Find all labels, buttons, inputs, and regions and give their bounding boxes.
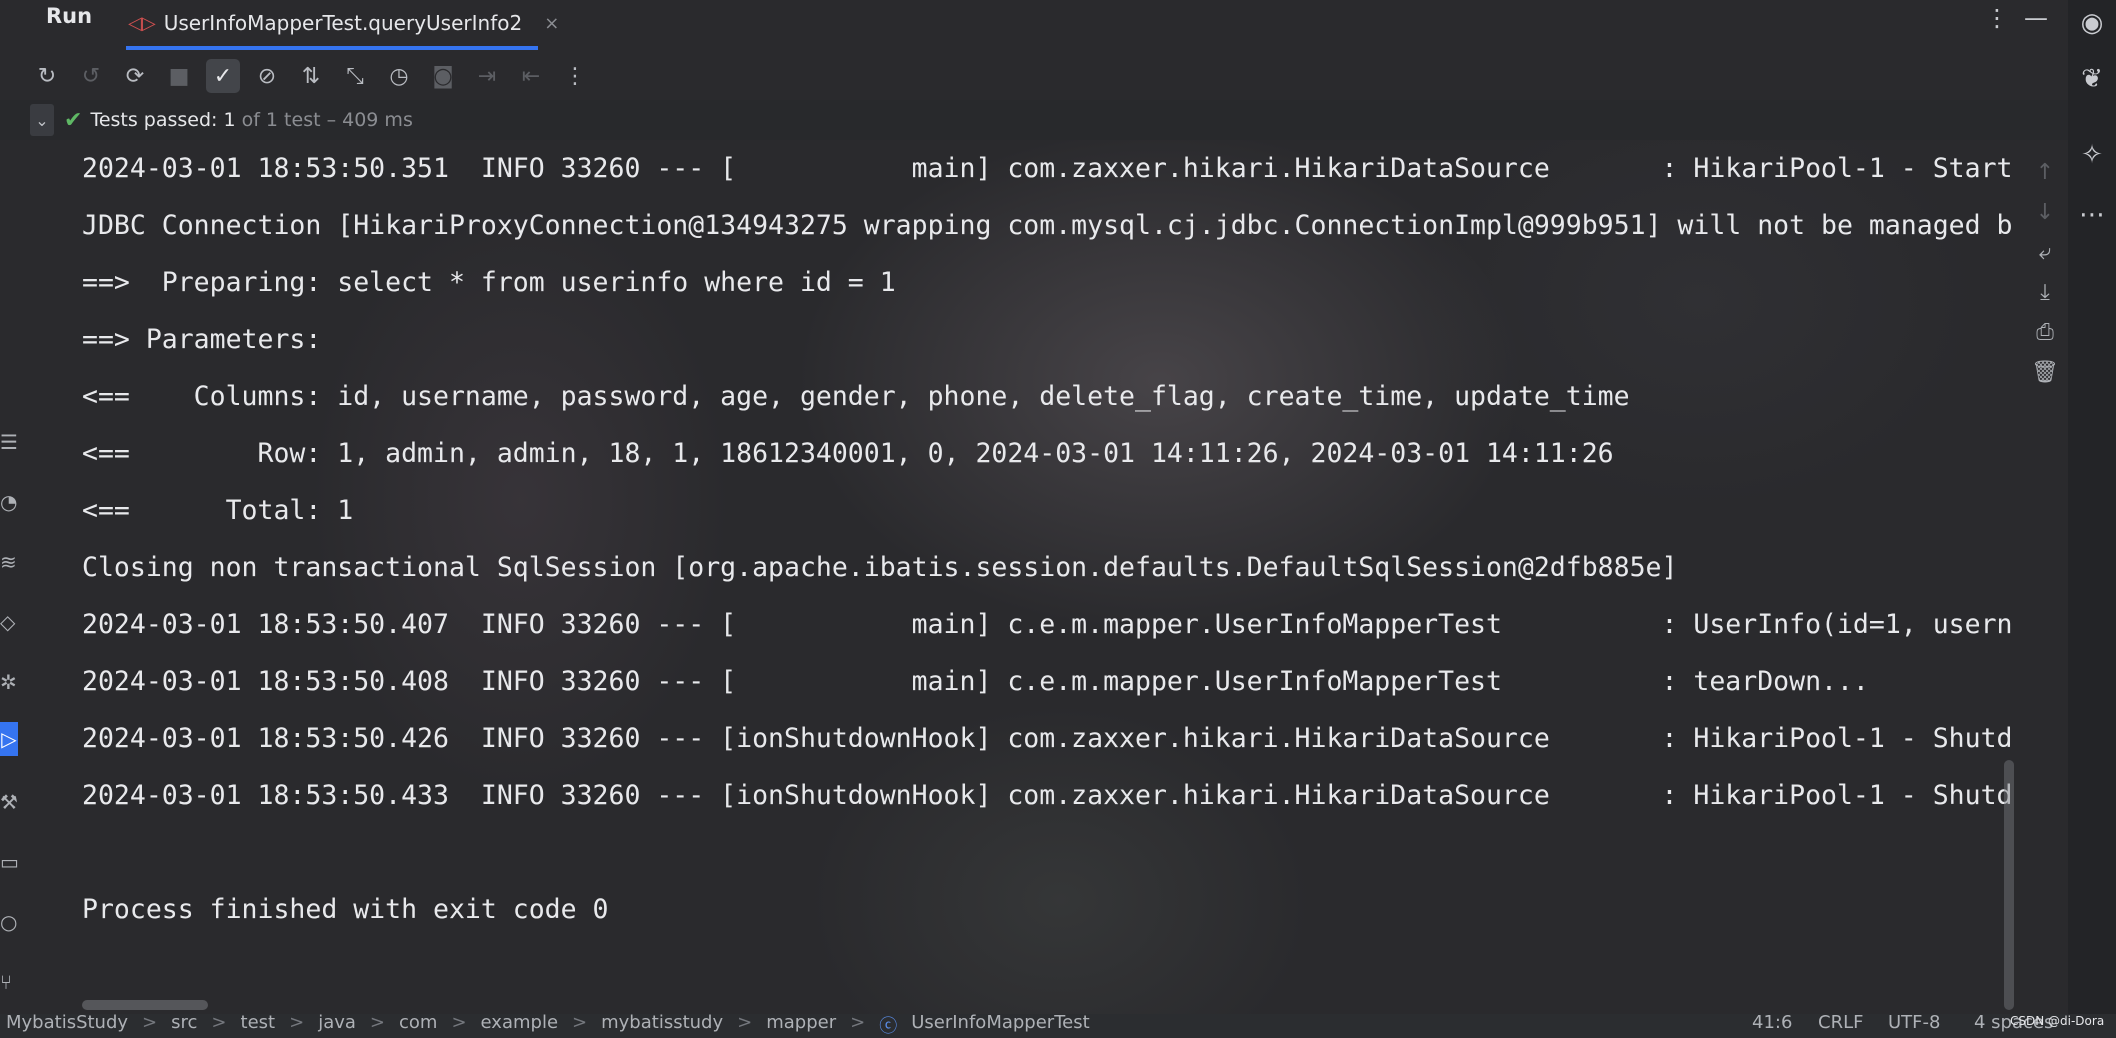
console-line: 2024-03-01 18:53:50.407 INFO 33260 --- [… (82, 609, 2013, 640)
breadcrumb-separator: > (850, 1014, 866, 1033)
toggle-auto-test-icon[interactable]: ⟳ (118, 59, 152, 93)
ai-assistant-icon[interactable]: ✧ (2074, 140, 2110, 170)
more-icon[interactable]: ⋯ (2074, 200, 2110, 230)
git-icon[interactable]: ⑂ (0, 970, 12, 994)
console-line: 2024-03-01 18:53:50.351 INFO 33260 --- [… (82, 153, 2013, 184)
breadcrumb-item[interactable]: com (399, 1014, 437, 1038)
debug-icon[interactable]: ✲ (0, 670, 17, 694)
export-icon[interactable]: ⇥ (470, 59, 504, 93)
vertical-scrollbar[interactable] (2004, 760, 2014, 1010)
console-line: Closing non transactional SqlSession [or… (82, 552, 1678, 583)
console-line: 2024-03-01 18:53:50.426 INFO 33260 --- [… (82, 723, 2013, 754)
tests-passed-label: Tests passed: 1 (90, 109, 236, 131)
soft-wrap-icon[interactable]: ⤶ (2028, 240, 2062, 265)
chevron-down-icon[interactable]: ⌄ (30, 104, 54, 136)
more-options-icon[interactable]: ⋮ (1985, 4, 2009, 32)
console-line: ==> Preparing: select * from userinfo wh… (82, 267, 896, 298)
database-icon[interactable]: ≋ (0, 550, 17, 574)
build-icon[interactable]: ⚒ (0, 790, 18, 814)
breadcrumb-item[interactable]: example (481, 1014, 558, 1038)
services-icon[interactable]: ◇ (0, 610, 15, 634)
tests-passed-detail: of 1 test – 409 ms (241, 109, 413, 131)
more-icon[interactable]: ⋮ (558, 59, 592, 93)
file-encoding[interactable]: UTF-8 (1888, 1014, 1940, 1033)
sort-by-duration-icon[interactable]: ⤡ (338, 59, 372, 93)
tab-run-configuration[interactable]: ◁▷ UserInfoMapperTest.queryUserInfo2 × (126, 0, 559, 50)
console-line: ==> Parameters: (82, 324, 338, 355)
breadcrumb-item[interactable]: UserInfoMapperTest (911, 1014, 1089, 1038)
console-line: <== Columns: id, username, password, age… (82, 381, 1630, 412)
breadcrumb-separator: > (369, 1014, 385, 1033)
clear-icon[interactable]: 🗑 (2028, 360, 2062, 385)
run-toolbar: ↻ ↺ ⟳ ■ ✓ ⊘ ⇅ ⤡ ◷ ◙ ⇥ ⇤ ⋮ (30, 56, 592, 96)
watermark: CSDN @di-Dora (2010, 1014, 2105, 1028)
status-bar: MybatisStudy > src > test > java > com >… (0, 1014, 2116, 1038)
structure-icon[interactable]: ☰ (0, 430, 18, 454)
terminal-icon[interactable]: ▭ (0, 850, 19, 874)
breadcrumb: MybatisStudy > src > test > java > com >… (6, 1014, 1090, 1038)
console-line: Process finished with exit code 0 (82, 894, 609, 925)
scroll-up-icon[interactable]: ↑ (2028, 160, 2062, 185)
run-panel-title: Run (46, 4, 93, 28)
caret-position[interactable]: 41:6 (1752, 1014, 1792, 1033)
show-passed-icon[interactable]: ✓ (206, 59, 240, 93)
notifications-icon[interactable]: ◉ (2074, 8, 2110, 38)
breadcrumb-item[interactable]: test (241, 1014, 276, 1038)
console-output[interactable]: 2024-03-01 18:53:50.351 INFO 33260 --- [… (82, 140, 2017, 990)
horizontal-scrollbar[interactable] (82, 1000, 208, 1010)
breadcrumb-separator: > (451, 1014, 467, 1033)
stop-icon[interactable]: ■ (162, 59, 196, 93)
breadcrumb-item[interactable]: mapper (766, 1014, 836, 1038)
console-line: 2024-03-01 18:53:50.408 INFO 33260 --- [… (82, 666, 1869, 697)
breadcrumb-separator: > (142, 1014, 158, 1033)
camera-icon[interactable]: ◙ (426, 59, 460, 93)
breadcrumb-item[interactable]: mybatisstudy (601, 1014, 723, 1038)
console-line: <== Total: 1 (82, 495, 354, 526)
class-icon: ⓒ (879, 1016, 898, 1037)
history-icon[interactable]: ◷ (382, 59, 416, 93)
breadcrumb-separator: > (572, 1014, 588, 1033)
close-icon[interactable]: × (544, 13, 559, 34)
minimize-icon[interactable]: — (2024, 4, 2048, 32)
breadcrumb-separator: > (289, 1014, 305, 1033)
test-run-icon: ◁▷ (128, 12, 156, 34)
rerun-icon[interactable]: ↻ (30, 59, 64, 93)
rerun-failed-icon[interactable]: ↺ (74, 59, 108, 93)
sort-alphabetically-icon[interactable]: ⇅ (294, 59, 328, 93)
scroll-to-end-icon[interactable]: ⤓ (2028, 280, 2062, 305)
console-line: JDBC Connection [HikariProxyConnection@1… (82, 210, 2013, 241)
tab-label: UserInfoMapperTest.queryUserInfo2 (163, 11, 523, 35)
run-icon[interactable]: ▷ (0, 722, 18, 756)
show-ignored-icon[interactable]: ⊘ (250, 59, 284, 93)
run-tool-window-header: Run ◁▷ UserInfoMapperTest.queryUserInfo2… (0, 0, 2068, 50)
console-line: 2024-03-01 18:53:50.433 INFO 33260 --- [… (82, 780, 2013, 811)
scroll-down-icon[interactable]: ↓ (2028, 200, 2062, 225)
console-line: <== Row: 1, admin, admin, 18, 1, 1861234… (82, 438, 1614, 469)
breadcrumb-separator: > (211, 1014, 227, 1033)
line-ending[interactable]: CRLF (1818, 1014, 1863, 1033)
breadcrumb-separator: > (737, 1014, 753, 1033)
left-tool-strip: ☰ ◔ ≋ ◇ ✲ ▷ ⚒ ▭ ○ ⑂ (0, 420, 19, 1020)
breadcrumb-item[interactable]: MybatisStudy (6, 1014, 128, 1038)
breadcrumb-item[interactable]: src (171, 1014, 197, 1038)
database-icon[interactable]: ❦ (2074, 64, 2110, 94)
check-icon: ✔ (64, 107, 83, 133)
print-icon[interactable]: ⎙ (2028, 320, 2062, 345)
breadcrumb-item[interactable]: java (318, 1014, 356, 1038)
test-status-row: ⌄ ✔ Tests passed: 1 of 1 test – 409 ms (0, 100, 2068, 140)
import-icon[interactable]: ⇤ (514, 59, 548, 93)
problems-icon[interactable]: ○ (0, 910, 17, 934)
right-sidebar: ◉ ❦ ✧ ⋯ (2068, 0, 2116, 1038)
profiler-icon[interactable]: ◔ (0, 490, 17, 514)
